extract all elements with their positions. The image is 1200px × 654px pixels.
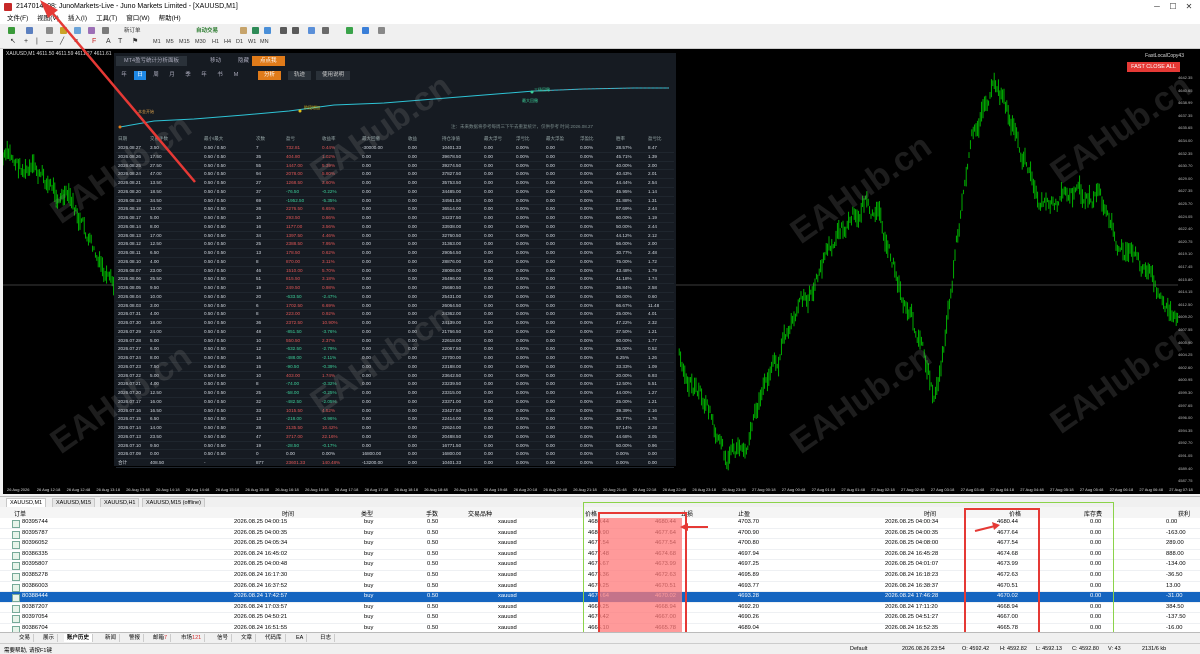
red-arrowhead-right	[992, 522, 1000, 530]
status-datetime: 2026.08.26 23:54	[902, 646, 945, 652]
status-traffic: 2131/6 kb	[1142, 646, 1167, 652]
status-close: C: 4592.80	[1072, 646, 1099, 652]
status-volume: V: 43	[1108, 646, 1121, 652]
red-arrowhead-left	[680, 523, 688, 531]
status-bar: 需要帮助, 请按F1键 Default 2026.08.26 23:54 O: …	[0, 643, 1200, 654]
terminal-tab-label: 日志	[320, 635, 332, 641]
terminal-tab-badge: 7	[164, 635, 168, 641]
terminal-tab-label: 警报	[129, 635, 141, 641]
status-profile: Default	[850, 646, 868, 652]
status-low: L: 4592.13	[1036, 646, 1062, 652]
terminal-tab-badge: 121	[192, 635, 202, 641]
terminal-tab[interactable]: 代码库	[262, 634, 286, 642]
terminal-tab[interactable]: 日志	[317, 634, 336, 642]
terminal-tab-label: 展示	[43, 635, 55, 641]
terminal-tab-label: 信号	[217, 635, 229, 641]
annotation-arrows	[40, 0, 1000, 532]
terminal-tab-label: 代码库	[265, 635, 282, 641]
terminal-tab[interactable]: 交易	[16, 634, 35, 642]
terminal-tab[interactable]: 展示	[40, 634, 59, 642]
terminal-tab[interactable]: 信号	[214, 634, 233, 642]
terminal-tab-label: 文章	[241, 635, 253, 641]
terminal-tab[interactable]: 新闻	[102, 634, 121, 642]
terminal-tab[interactable]: EA	[293, 634, 308, 642]
terminal-tab-label: 新闻	[105, 635, 117, 641]
terminal-tab[interactable]: 账户历史	[64, 634, 94, 642]
terminal-tab[interactable]: 警报	[126, 634, 145, 642]
terminal-tab-label: 交易	[19, 635, 31, 641]
red-arrow-right	[974, 525, 996, 532]
terminal-tab[interactable]: 邮箱7	[150, 634, 172, 642]
terminal-tab-label: EA	[296, 635, 304, 641]
red-arrow-line	[49, 9, 196, 183]
terminal-tab-label: 邮箱	[153, 635, 165, 641]
terminal-tab[interactable]: 文章	[238, 634, 257, 642]
terminal-tabs: 交易 展示 账户历史 新闻 警报 邮箱7 市场121 信号 文章 代码库 EA 日志	[0, 632, 1200, 643]
status-open: O: 4592.42	[962, 646, 990, 652]
terminal-tab-label: 账户历史	[67, 635, 90, 641]
terminal-tab[interactable]: 市场121	[178, 634, 206, 642]
status-high: H: 4592.82	[1000, 646, 1027, 652]
terminal-tab-label: 市场	[181, 635, 193, 641]
